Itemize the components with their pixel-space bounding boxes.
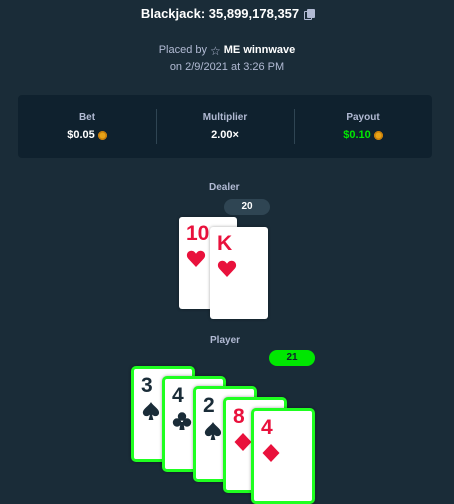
spades-suit-icon bbox=[203, 421, 223, 441]
coin-icon bbox=[97, 130, 107, 140]
diamonds-suit-icon bbox=[261, 443, 281, 463]
bet-label: Bet bbox=[78, 112, 96, 123]
dealer-card-2: K bbox=[210, 227, 268, 319]
bet-stats-panel: Bet $0.05 Multiplier 2.00× Payout $0.10 bbox=[18, 95, 432, 158]
multiplier-label: Multiplier bbox=[202, 112, 248, 123]
payout-label: Payout bbox=[346, 112, 380, 123]
card-rank: 4 bbox=[261, 416, 273, 439]
card-rank: 4 bbox=[172, 384, 184, 407]
username-link[interactable]: ME winnwave bbox=[224, 42, 296, 59]
player-score-badge: 21 bbox=[269, 350, 315, 366]
payout-value-row: $0.10 bbox=[343, 129, 383, 141]
bet-value: $0.05 bbox=[67, 129, 95, 141]
payout-stat: Payout $0.10 bbox=[294, 95, 432, 158]
player-label: Player bbox=[210, 335, 241, 346]
payout-value: $0.10 bbox=[343, 129, 371, 141]
hearts-suit-icon bbox=[186, 249, 206, 269]
star-icon: ☆ bbox=[210, 43, 221, 58]
clubs-suit-icon bbox=[172, 411, 192, 431]
multiplier-stat: Multiplier 2.00× bbox=[156, 95, 294, 158]
card-rank: 2 bbox=[203, 394, 215, 417]
bet-value-row: $0.05 bbox=[67, 129, 107, 141]
dealer-label: Dealer bbox=[209, 182, 240, 193]
multiplier-value: 2.00× bbox=[211, 129, 239, 141]
copy-icon[interactable] bbox=[304, 8, 315, 20]
coin-icon bbox=[373, 130, 383, 140]
diamonds-suit-icon bbox=[233, 432, 253, 452]
player-card-5: 4 bbox=[251, 408, 315, 504]
spades-suit-icon bbox=[141, 401, 161, 421]
bet-stat: Bet $0.05 bbox=[18, 95, 156, 158]
placed-date: on 2/9/2021 at 3:26 PM bbox=[169, 61, 285, 73]
hearts-suit-icon bbox=[217, 259, 237, 279]
placed-info: Placed by ☆ ME winnwave on 2/9/2021 at 3… bbox=[0, 42, 454, 76]
card-rank: 3 bbox=[141, 374, 153, 397]
card-rank: 8 bbox=[233, 405, 245, 428]
card-rank: 10 bbox=[186, 222, 210, 245]
bet-title: Blackjack: 35,899,178,357 bbox=[140, 6, 300, 21]
placed-by-label: Placed by bbox=[158, 44, 207, 56]
dealer-score-badge: 20 bbox=[224, 199, 270, 215]
card-rank: K bbox=[217, 232, 233, 255]
bet-title-row: Blackjack: 35,899,178,357 bbox=[0, 6, 454, 21]
